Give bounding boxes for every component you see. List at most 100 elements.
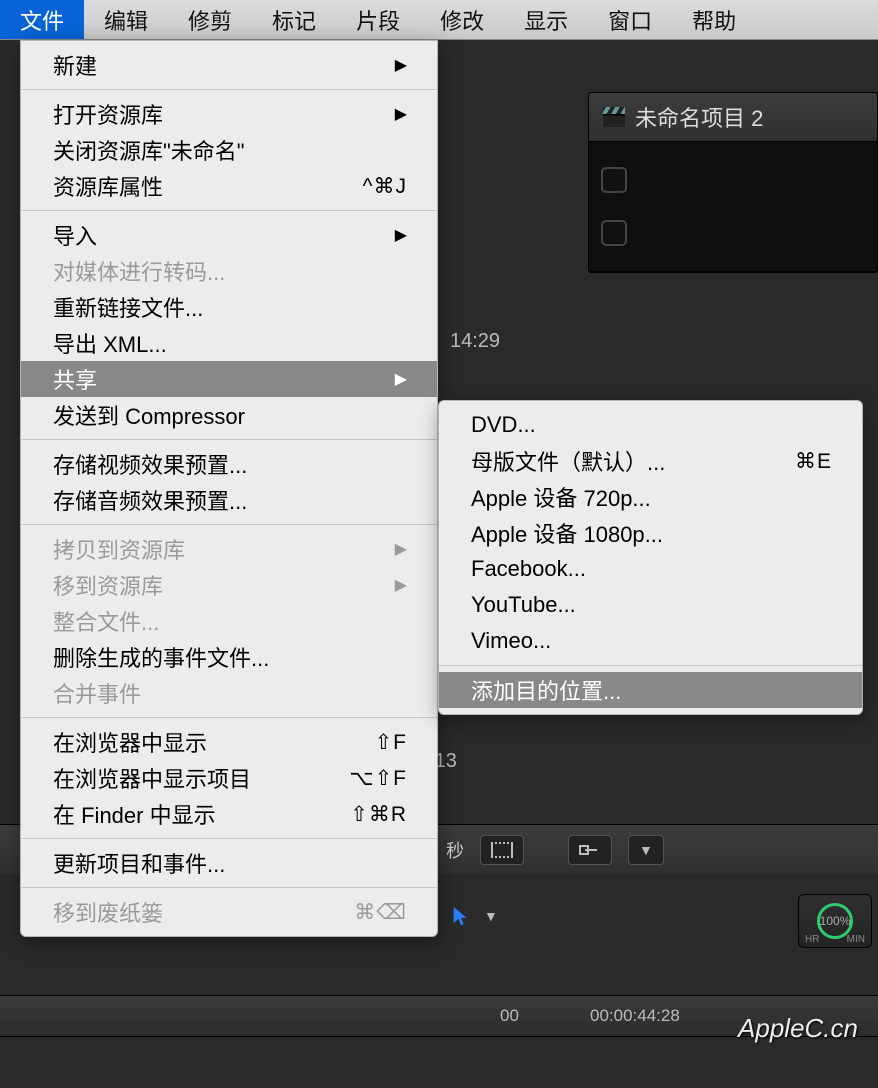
timeline-tc-start: 00:00:44:28 xyxy=(590,1006,680,1026)
menubar-item-5[interactable]: 修改 xyxy=(420,0,504,39)
submenu-arrow-icon: ▶ xyxy=(395,369,407,389)
menu-item-label: 添加目的位置... xyxy=(471,674,832,706)
menu-item-label: 整合文件... xyxy=(53,605,407,637)
submenu-arrow-icon: ▶ xyxy=(395,55,407,75)
pointer-tool[interactable]: ▼ xyxy=(450,902,498,930)
share-submenu-item[interactable]: 添加目的位置... xyxy=(439,672,862,708)
file-menu-separator xyxy=(21,210,437,211)
file-menu-item[interactable]: 共享▶ xyxy=(21,361,437,397)
file-menu-item[interactable]: 存储视频效果预置... xyxy=(21,446,437,482)
submenu-arrow-icon: ▶ xyxy=(395,575,407,595)
snap-button[interactable] xyxy=(568,835,612,865)
menu-item-label: 拷贝到资源库 xyxy=(53,533,395,565)
track-checkbox-2[interactable] xyxy=(601,220,627,246)
file-menu-item: 移到资源库▶ xyxy=(21,567,437,603)
menubar-item-1[interactable]: 编辑 xyxy=(84,0,168,39)
share-submenu-item[interactable]: YouTube... xyxy=(439,587,862,623)
menubar-item-8[interactable]: 帮助 xyxy=(672,0,756,39)
share-submenu-item[interactable]: Apple 设备 1080p... xyxy=(439,515,862,551)
menu-item-label: DVD... xyxy=(471,412,832,438)
menu-item-shortcut: ⇧F xyxy=(375,730,407,755)
share-submenu-item[interactable]: DVD... xyxy=(439,407,862,443)
file-menu-item[interactable]: 新建▶ xyxy=(21,47,437,83)
menubar-item-3[interactable]: 标记 xyxy=(252,0,336,39)
watermark: AppleC.cn xyxy=(738,1013,858,1044)
menu-item-label: 新建 xyxy=(53,49,395,81)
share-submenu: DVD... 母版文件（默认）...⌘EApple 设备 720p... Apple… xyxy=(438,400,863,715)
menu-item-label: 重新链接文件... xyxy=(53,291,407,323)
menu-item-label: 对媒体进行转码... xyxy=(53,255,407,287)
share-submenu-item[interactable]: Facebook... xyxy=(439,551,862,587)
share-submenu-item[interactable]: 母版文件（默认）...⌘E xyxy=(439,443,862,479)
scale-value: 100 xyxy=(820,914,840,928)
share-submenu-item[interactable]: Apple 设备 720p... xyxy=(439,479,862,515)
track-checkbox-1[interactable] xyxy=(601,167,627,193)
menu-item-label: 合并事件 xyxy=(53,677,407,709)
scale-unit: % xyxy=(840,914,851,928)
menubar-item-2[interactable]: 修剪 xyxy=(168,0,252,39)
menu-item-label: 发送到 Compressor xyxy=(53,399,407,431)
filmstrip-button[interactable] xyxy=(480,835,524,865)
menu-item-label: Vimeo... xyxy=(471,628,832,654)
scale-min-label: MIN xyxy=(847,934,865,945)
file-menu-item: 拷贝到资源库▶ xyxy=(21,531,437,567)
menubar-item-7[interactable]: 窗口 xyxy=(588,0,672,39)
menu-item-label: 移到资源库 xyxy=(53,569,395,601)
submenu-arrow-icon: ▶ xyxy=(395,539,407,559)
file-menu-item[interactable]: 更新项目和事件... xyxy=(21,845,437,881)
file-menu-item[interactable]: 在 Finder 中显示⇧⌘R xyxy=(21,796,437,832)
file-menu-item[interactable]: 资源库属性^⌘J xyxy=(21,168,437,204)
menu-item-label: 在 Finder 中显示 xyxy=(53,798,350,830)
share-submenu-item[interactable]: Vimeo... xyxy=(439,623,862,659)
file-menu-item[interactable]: 删除生成的事件文件... xyxy=(21,639,437,675)
menu-item-label: 更新项目和事件... xyxy=(53,847,407,879)
menu-item-label: Apple 设备 1080p... xyxy=(471,517,832,549)
menu-item-label: 共享 xyxy=(53,363,395,395)
viewer-panel: 未命名项目 2 xyxy=(588,92,878,273)
menubar-item-6[interactable]: 显示 xyxy=(504,0,588,39)
file-menu-separator xyxy=(21,838,437,839)
file-menu-item[interactable]: 存储音频效果预置... xyxy=(21,482,437,518)
snap-dropdown[interactable]: ▼ xyxy=(628,835,664,865)
menu-item-label: 母版文件（默认）... xyxy=(471,445,795,477)
file-menu-item[interactable]: 导入▶ xyxy=(21,217,437,253)
menu-item-shortcut: ⇧⌘R xyxy=(350,802,407,827)
file-menu-item[interactable]: 重新链接文件... xyxy=(21,289,437,325)
file-menu-separator xyxy=(21,524,437,525)
menu-item-label: 导出 XML... xyxy=(53,327,407,359)
viewer-title: 未命名项目 2 xyxy=(635,101,763,133)
pointer-icon xyxy=(450,902,472,930)
menu-item-label: 导入 xyxy=(53,219,395,251)
file-menu-item[interactable]: 导出 XML... xyxy=(21,325,437,361)
clapperboard-icon xyxy=(603,107,625,127)
menubar-item-0[interactable]: 文件 xyxy=(0,0,84,39)
timeline-tc-prev: 00 xyxy=(500,1006,519,1026)
file-menu-item: 移到废纸篓⌘⌫ xyxy=(21,894,437,930)
menu-item-label: 关闭资源库"未命名" xyxy=(53,134,407,166)
viewer-body xyxy=(589,142,877,272)
file-menu-separator xyxy=(21,717,437,718)
file-menu-item: 对媒体进行转码... xyxy=(21,253,437,289)
menu-item-label: 在浏览器中显示项目 xyxy=(53,762,349,794)
menubar-item-4[interactable]: 片段 xyxy=(336,0,420,39)
menu-item-label: 删除生成的事件文件... xyxy=(53,641,407,673)
menu-item-label: 资源库属性 xyxy=(53,170,363,202)
file-menu-item[interactable]: 在浏览器中显示⇧F xyxy=(21,724,437,760)
menu-item-shortcut: ^⌘J xyxy=(363,174,407,199)
file-menu-item[interactable]: 发送到 Compressor xyxy=(21,397,437,433)
file-menu-item[interactable]: 关闭资源库"未命名" xyxy=(21,132,437,168)
submenu-arrow-icon: ▶ xyxy=(395,104,407,124)
menu-item-label: 存储音频效果预置... xyxy=(53,484,407,516)
chevron-down-icon: ▼ xyxy=(639,842,653,858)
filmstrip-icon xyxy=(491,842,513,858)
menu-item-label: Apple 设备 720p... xyxy=(471,481,832,513)
menu-item-label: Facebook... xyxy=(471,556,832,582)
viewer-header[interactable]: 未命名项目 2 xyxy=(589,93,877,142)
file-menu-item[interactable]: 在浏览器中显示项目⌥⇧F xyxy=(21,760,437,796)
seconds-label: 秒 xyxy=(446,837,464,863)
file-menu-item[interactable]: 打开资源库▶ xyxy=(21,96,437,132)
snap-icon xyxy=(579,842,601,858)
file-menu-separator xyxy=(21,439,437,440)
menu-item-label: YouTube... xyxy=(471,592,832,618)
scale-indicator[interactable]: 100% HR MIN xyxy=(798,894,872,948)
